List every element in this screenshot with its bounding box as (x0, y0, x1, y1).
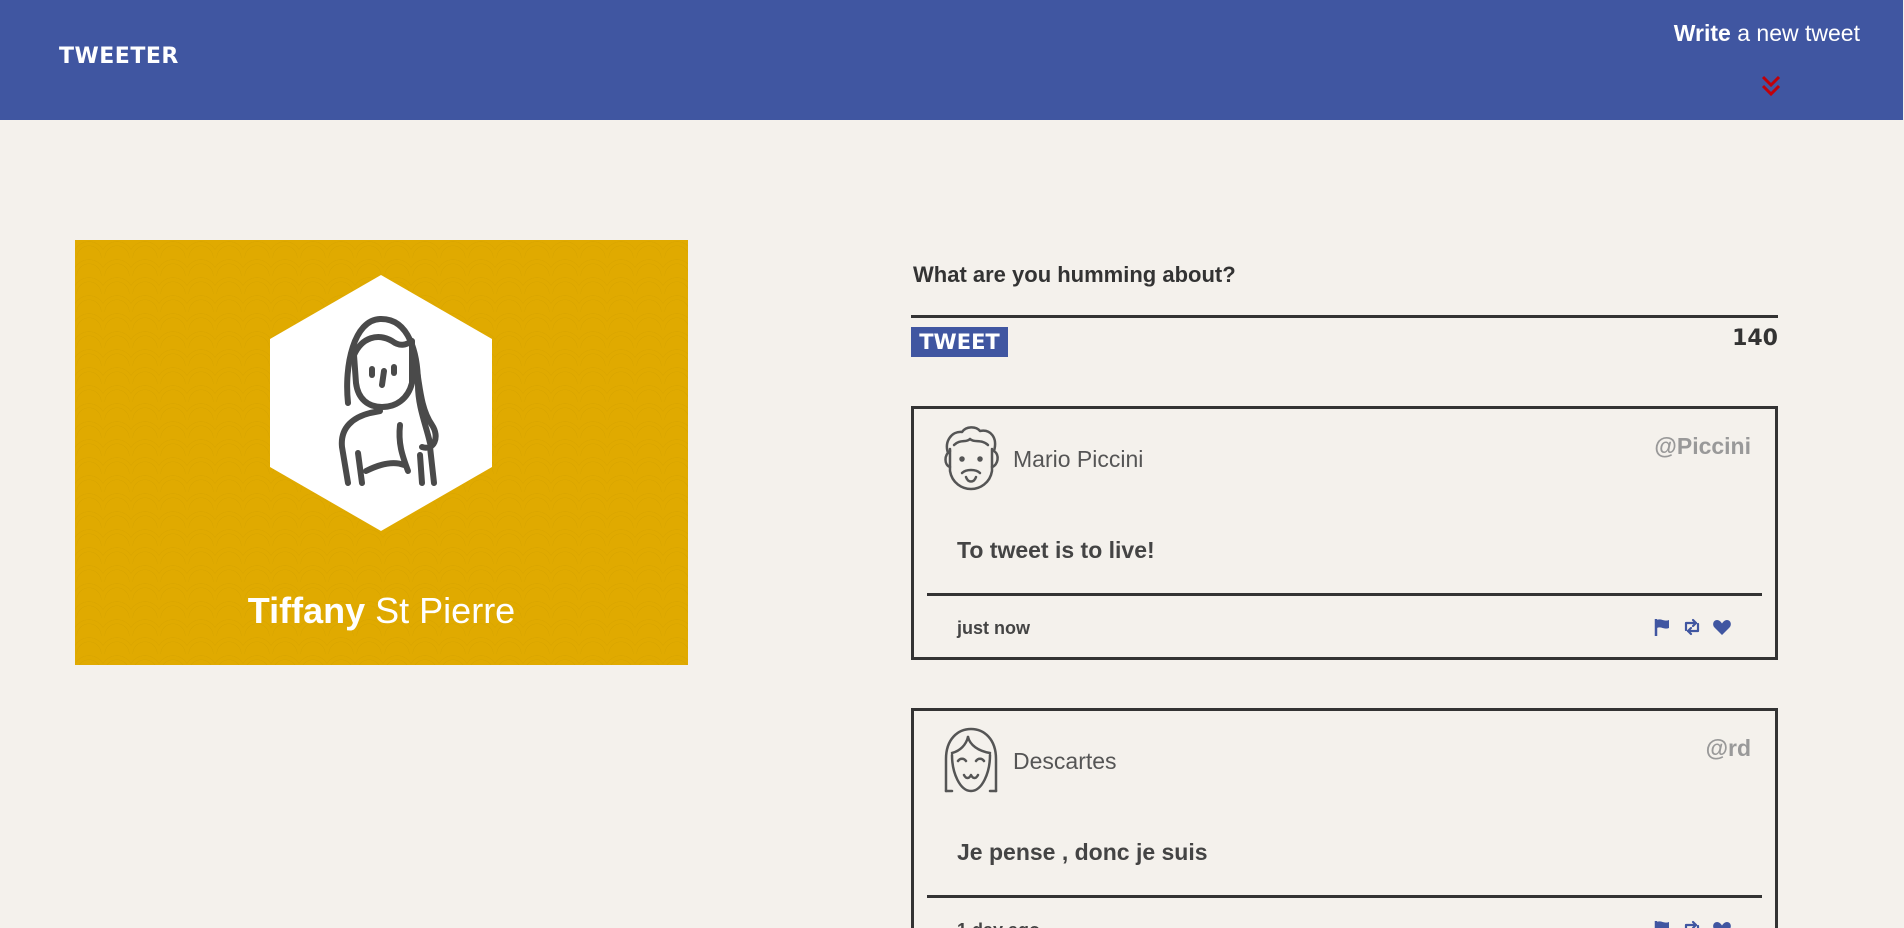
tweet-submit-button[interactable]: TWEET (911, 327, 1008, 357)
flag-icon[interactable] (1652, 617, 1672, 637)
tweet-timestamp: 1 day ago (957, 920, 1040, 928)
tweet-divider (927, 593, 1762, 596)
double-chevron-down-icon[interactable] (1760, 74, 1782, 98)
tweet-actions (1652, 617, 1732, 637)
tweet-card: Mario Piccini @Piccini To tweet is to li… (911, 406, 1778, 660)
profile-name: Tiffany St Pierre (75, 590, 688, 632)
tweet-actions (1652, 919, 1732, 928)
retweet-icon[interactable] (1682, 919, 1702, 928)
retweet-icon[interactable] (1682, 617, 1702, 637)
profile-card: Tiffany St Pierre (75, 240, 688, 665)
new-tweet-label: a new tweet (1730, 20, 1860, 46)
tweet-divider (927, 895, 1762, 898)
tweet-author-handle: @rd (1705, 735, 1751, 761)
write-label: Write (1673, 20, 1731, 46)
tweet-card: Descartes @rd Je pense , donc je suis 1 … (911, 708, 1778, 928)
profile-last-name: St Pierre (365, 590, 516, 631)
app-logo[interactable]: TWEETER (59, 44, 179, 69)
composer-underline (911, 315, 1778, 318)
tweet-textarea[interactable]: What are you humming about? (913, 262, 1236, 288)
tweet-author-name: Descartes (1013, 748, 1117, 774)
top-nav-bar: TWEETER Write a new tweet (0, 0, 1903, 120)
profile-first-name: Tiffany (247, 590, 366, 631)
heart-icon[interactable] (1712, 617, 1732, 637)
write-new-tweet-toggle[interactable]: Write a new tweet (1674, 20, 1860, 47)
bob-hair-avatar-icon (944, 727, 998, 793)
tweet-content: Je pense , donc je suis (957, 839, 1208, 865)
tweet-content: To tweet is to live! (957, 537, 1155, 563)
heart-icon[interactable] (1712, 919, 1732, 928)
tweet-author-name: Mario Piccini (1013, 446, 1144, 472)
character-counter: 140 (1732, 326, 1778, 351)
flag-icon[interactable] (1652, 919, 1672, 928)
curly-hair-man-avatar-icon (944, 426, 999, 491)
profile-avatar-hexagon (270, 275, 492, 531)
tweet-timestamp: just now (957, 618, 1030, 638)
tweet-author-handle: @Piccini (1654, 433, 1751, 459)
